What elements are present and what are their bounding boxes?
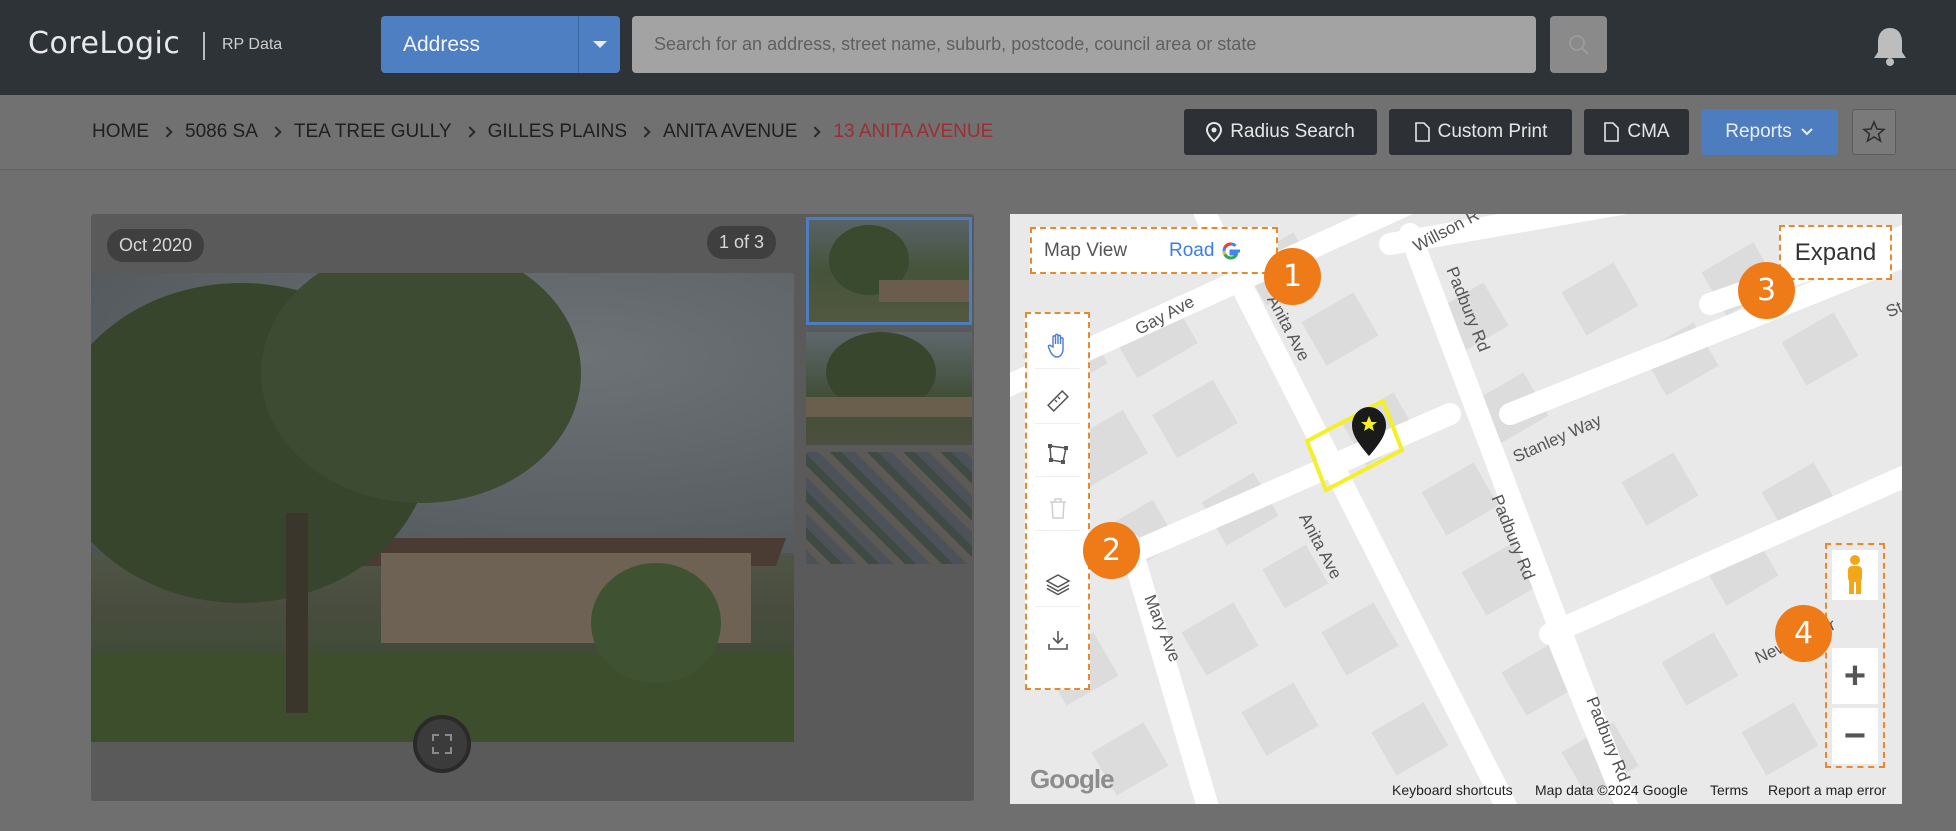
- breadcrumb-street[interactable]: ANITA AVENUE: [663, 121, 797, 143]
- callout-badge-2: 2: [1083, 522, 1140, 579]
- map-type-road[interactable]: Road: [1144, 240, 1242, 262]
- report-map-error-link[interactable]: Report a map error: [1768, 782, 1886, 798]
- chevron-right-icon: [270, 126, 282, 138]
- photo-tree-trunk: [286, 513, 308, 713]
- search-input[interactable]: [632, 16, 1536, 73]
- chevron-right-icon: [161, 126, 173, 138]
- reports-label: Reports: [1725, 121, 1792, 142]
- document-icon: [1604, 122, 1620, 142]
- cma-label: CMA: [1627, 121, 1670, 142]
- chevron-down-icon: [1801, 128, 1813, 136]
- polygon-icon: [1047, 444, 1068, 464]
- map-tools-toolbar: [1025, 312, 1090, 690]
- keyboard-shortcuts-link[interactable]: Keyboard shortcuts: [1392, 782, 1513, 798]
- search-type-select[interactable]: Address: [381, 16, 620, 73]
- reports-dropdown[interactable]: Reports: [1701, 109, 1838, 155]
- ruler-icon: [1046, 390, 1069, 412]
- breadcrumb-postcode[interactable]: 5086 SA: [185, 121, 258, 143]
- custom-print-label: Custom Print: [1437, 121, 1548, 142]
- hand-icon: [1047, 333, 1064, 358]
- photo-thumbnail-2[interactable]: [806, 332, 972, 445]
- favourite-button[interactable]: [1852, 109, 1896, 155]
- expand-map-button[interactable]: Expand: [1779, 225, 1892, 280]
- brand-divider: [203, 32, 205, 60]
- map-data-attribution: Map data ©2024 Google: [1535, 782, 1688, 798]
- photo-count-badge: 1 of 3: [707, 226, 777, 259]
- terms-link[interactable]: Terms: [1710, 782, 1748, 798]
- chevron-right-icon: [809, 126, 822, 138]
- thumb-house: [879, 280, 969, 302]
- search-button[interactable]: [1550, 16, 1607, 73]
- delete-shape-button[interactable]: [1035, 486, 1080, 531]
- bell-icon[interactable]: [1872, 25, 1908, 67]
- download-map-button[interactable]: [1035, 617, 1080, 662]
- pan-tool-button[interactable]: [1035, 324, 1080, 369]
- map-view-label: Map View: [1044, 239, 1128, 261]
- callout-badge-4: 4: [1775, 605, 1832, 662]
- trash-icon: [1049, 498, 1066, 519]
- google-logo: Google: [1030, 764, 1115, 794]
- chevron-right-icon: [639, 126, 651, 138]
- photo-date-badge: Oct 2020: [107, 229, 205, 262]
- radius-search-button[interactable]: Radius Search: [1184, 109, 1377, 155]
- search-icon: [1568, 34, 1589, 55]
- street-view-pegman[interactable]: [1832, 550, 1878, 600]
- photo-thumbnail-1[interactable]: [806, 217, 972, 325]
- brand-logo[interactable]: CoreLogic: [28, 26, 180, 61]
- zoom-in-button[interactable]: +: [1832, 648, 1878, 704]
- callout-badge-1: 1: [1264, 248, 1321, 305]
- top-nav-bar: CoreLogic RP Data Address: [0, 0, 1956, 95]
- map-type-label: Road: [1169, 239, 1215, 261]
- pegman-icon: [1848, 555, 1862, 594]
- custom-print-button[interactable]: Custom Print: [1389, 109, 1572, 155]
- breadcrumb-suburb[interactable]: GILLES PLAINS: [488, 121, 627, 143]
- google-g-icon: [1222, 241, 1241, 260]
- breadcrumb-home[interactable]: HOME: [92, 121, 149, 143]
- chevron-down-icon[interactable]: [578, 16, 620, 73]
- fullscreen-photo-button[interactable]: [413, 715, 471, 773]
- photo-thumbnail-3[interactable]: [806, 452, 972, 564]
- location-pin-icon: [1206, 122, 1223, 142]
- map-type-selector[interactable]: Map View Road: [1030, 227, 1278, 274]
- breadcrumb: HOME 5086 SA TEA TREE GULLY GILLES PLAIN…: [92, 121, 993, 143]
- fullscreen-icon: [432, 734, 452, 754]
- radius-search-label: Radius Search: [1230, 121, 1355, 142]
- breadcrumb-current: 13 ANITA AVENUE: [833, 121, 994, 142]
- thumb-house: [806, 397, 972, 417]
- download-icon: [1047, 630, 1068, 650]
- zoom-out-button[interactable]: −: [1832, 708, 1878, 764]
- brand-subtitle: RP Data: [222, 36, 283, 53]
- callout-badge-3: 3: [1738, 262, 1795, 319]
- search-type-label: Address: [403, 32, 481, 56]
- layers-icon: [1044, 574, 1071, 596]
- breadcrumb-council[interactable]: TEA TREE GULLY: [294, 121, 452, 143]
- photo-shrub: [591, 563, 721, 683]
- draw-polygon-button[interactable]: [1035, 432, 1080, 477]
- layers-button[interactable]: [1035, 562, 1080, 607]
- document-icon: [1414, 122, 1430, 142]
- star-icon: [1862, 120, 1886, 143]
- chevron-right-icon: [463, 126, 476, 138]
- measure-tool-button[interactable]: [1035, 379, 1080, 424]
- cma-button[interactable]: CMA: [1584, 109, 1689, 155]
- property-photo[interactable]: [91, 273, 794, 742]
